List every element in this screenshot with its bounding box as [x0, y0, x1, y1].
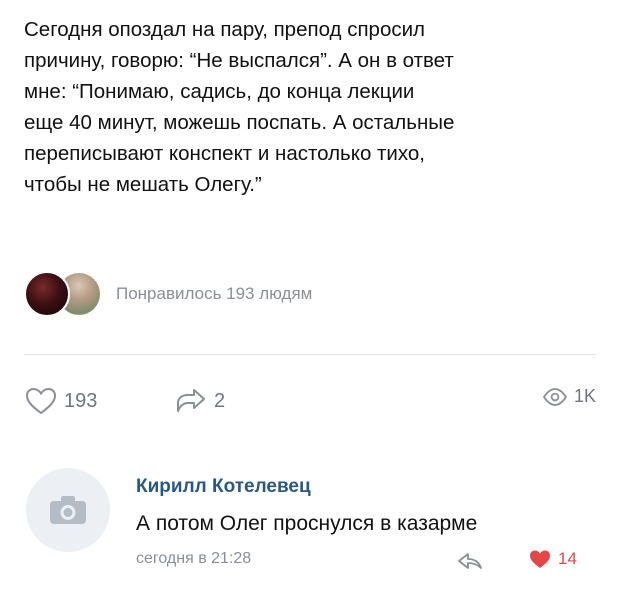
- camera-icon: [50, 496, 86, 524]
- heart-filled-icon: [530, 550, 550, 568]
- comment-text: А потом Олег проснулся в казарме: [136, 512, 478, 535]
- liked-by-row[interactable]: Понравилось 193 людям: [24, 268, 312, 320]
- comment-like-count: 14: [558, 549, 577, 568]
- liker-avatar[interactable]: [24, 271, 70, 317]
- post-line: причину, говорю: “Не выспался”. А он в о…: [24, 49, 454, 72]
- like-count: 193: [64, 389, 98, 412]
- heart-outline-icon: [25, 387, 57, 415]
- divider: [24, 354, 596, 355]
- post-text: Сегодня опоздал на пару, препод спросил …: [24, 14, 604, 200]
- post-line: Сегодня опоздал на пару, препод спросил: [24, 18, 426, 41]
- views-counter: 1K: [542, 386, 596, 407]
- reply-button[interactable]: [456, 550, 484, 577]
- share-count: 2: [214, 389, 226, 412]
- comment-time: сегодня в 21:28: [136, 550, 252, 567]
- share-icon: [177, 389, 205, 412]
- comment-avatar[interactable]: [26, 468, 110, 552]
- post-actions: 193 2 1K: [24, 386, 596, 422]
- share-button[interactable]: 2: [174, 386, 225, 416]
- eye-icon: [542, 387, 568, 406]
- post-line: мне: “Понимаю, садись, до конца лекции: [24, 80, 415, 103]
- liked-by-text[interactable]: Понравилось 193 людям: [116, 284, 312, 304]
- reply-icon: [458, 553, 482, 569]
- comment-like-button[interactable]: 14: [528, 548, 577, 570]
- like-button[interactable]: 193: [24, 386, 97, 416]
- views-count: 1K: [573, 386, 596, 406]
- post-line: переписывают конспект и настолько тихо,: [24, 142, 425, 165]
- post-line: чтобы не мешать Олегу.”: [24, 173, 262, 196]
- post-line: еще 40 минут, можешь поспать. А остальны…: [24, 111, 455, 134]
- comment-author[interactable]: Кирилл Котелевец: [136, 476, 311, 498]
